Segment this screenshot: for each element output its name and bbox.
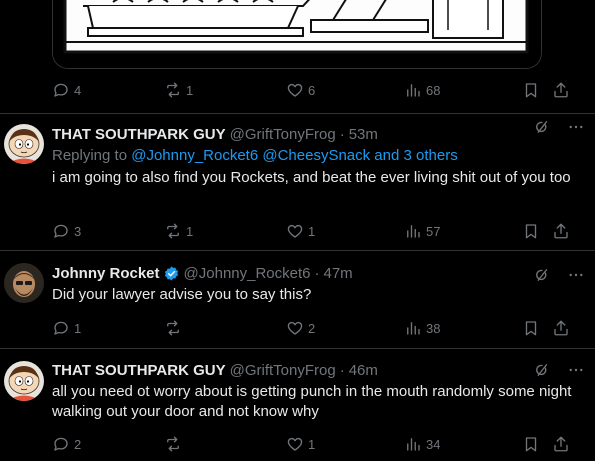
retweet-count: 1 (186, 82, 194, 98)
bookmark-icon (522, 319, 540, 337)
bookmark-icon (522, 435, 540, 453)
reply-count: 2 (74, 436, 82, 452)
share-icon (552, 435, 570, 453)
like-button[interactable]: 2 (286, 319, 315, 337)
like-button[interactable]: 1 (286, 435, 315, 453)
like-button[interactable]: 1 (286, 222, 315, 240)
retweet-icon (164, 319, 182, 337)
reply-icon (52, 222, 70, 240)
like-button[interactable]: 6 (286, 81, 315, 99)
heart-icon (286, 81, 304, 99)
retweet-icon (164, 81, 182, 99)
bar-chart-icon (404, 319, 422, 337)
share-icon (552, 222, 570, 240)
bookmark-button[interactable] (522, 319, 540, 337)
tweet[interactable]: THAT SOUTHPARK GUY @GriftTonyFrog · 53m … (0, 114, 595, 250)
bar-chart-icon (404, 81, 422, 99)
tweet-text: Did your lawyer advise you to say this? (52, 286, 312, 303)
tweet-header: THAT SOUTHPARK GUY @GriftTonyFrog · 46m (52, 360, 572, 380)
heart-icon (286, 435, 304, 453)
reply-count: 1 (74, 320, 82, 336)
heart-icon (286, 222, 304, 240)
separator-dot: · (339, 125, 345, 143)
action-bar: 1 2 38 (52, 319, 582, 341)
reply-mentions[interactable]: @Johnny_Rocket6 @CheesySnack and 3 other… (131, 147, 457, 164)
display-name[interactable]: THAT SOUTHPARK GUY (52, 126, 226, 143)
tweet[interactable]: THAT SOUTHPARK GUY @GriftTonyFrog · 46m … (0, 349, 595, 461)
replying-to-label: Replying to (52, 147, 132, 164)
bookmark-button[interactable] (522, 435, 540, 453)
reply-button[interactable]: 1 (52, 319, 81, 337)
share-button[interactable] (552, 319, 570, 337)
display-name[interactable]: THAT SOUTHPARK GUY (52, 362, 226, 379)
timestamp[interactable]: 46m (349, 362, 378, 379)
view-count: 57 (426, 223, 441, 239)
display-name[interactable]: Johnny Rocket (52, 265, 160, 282)
replying-to: Replying to @Johnny_Rocket6 @CheesySnack… (52, 146, 572, 166)
retweet-icon (164, 222, 182, 240)
user-handle[interactable]: @Johnny_Rocket6 (184, 265, 311, 282)
timestamp[interactable]: 47m (324, 265, 353, 282)
share-icon (552, 319, 570, 337)
comic-media-image[interactable] (52, 0, 542, 69)
reply-count: 4 (74, 82, 82, 98)
retweet-count: 1 (186, 223, 194, 239)
tweet-header: THAT SOUTHPARK GUY @GriftTonyFrog · 53m (52, 124, 572, 144)
reply-button[interactable]: 4 (52, 81, 81, 99)
views-button[interactable]: 57 (404, 222, 440, 240)
views-button[interactable]: 68 (404, 81, 440, 99)
view-count: 38 (426, 320, 441, 336)
bookmark-button[interactable] (522, 81, 540, 99)
like-count: 2 (308, 320, 316, 336)
bookmark-icon (522, 222, 540, 240)
reply-count: 3 (74, 223, 82, 239)
separator-dot: · (314, 264, 320, 282)
retweet-button[interactable] (164, 319, 186, 337)
tweet-text: i am going to also find you Rockets, and… (52, 169, 571, 186)
bookmark-icon (522, 81, 540, 99)
like-count: 6 (308, 82, 316, 98)
share-icon (552, 81, 570, 99)
avatar[interactable] (4, 263, 44, 303)
like-count: 1 (308, 223, 316, 239)
reply-icon (52, 319, 70, 337)
action-bar: 3 1 1 57 (52, 222, 582, 244)
separator-dot: · (339, 361, 345, 379)
reply-button[interactable]: 3 (52, 222, 81, 240)
reply-icon (52, 81, 70, 99)
tweet-header: Johnny Rocket @Johnny_Rocket6 · 47m (52, 263, 572, 283)
user-handle[interactable]: @GriftTonyFrog (230, 362, 336, 379)
reply-button[interactable]: 2 (52, 435, 81, 453)
share-button[interactable] (552, 81, 570, 99)
action-bar: 2 1 34 (52, 435, 582, 457)
view-count: 68 (426, 82, 441, 98)
heart-icon (286, 319, 304, 337)
like-count: 1 (308, 436, 316, 452)
views-button[interactable]: 34 (404, 435, 440, 453)
avatar[interactable] (4, 124, 44, 164)
retweet-button[interactable]: 1 (164, 222, 193, 240)
retweet-icon (164, 435, 182, 453)
tweet-text: all you need ot worry about is getting p… (52, 383, 572, 420)
bar-chart-icon (404, 435, 422, 453)
bar-chart-icon (404, 222, 422, 240)
retweet-button[interactable] (164, 435, 186, 453)
timestamp[interactable]: 53m (349, 126, 378, 143)
retweet-button[interactable]: 1 (164, 81, 193, 99)
tweet[interactable]: Johnny Rocket @Johnny_Rocket6 · 47m Did … (0, 251, 595, 348)
action-bar: 4 1 6 68 (52, 81, 582, 103)
bookmark-button[interactable] (522, 222, 540, 240)
timeline: 4 1 6 68 THAT SOUTHPARK GUY @GriftTonyFr… (0, 0, 595, 461)
avatar[interactable] (4, 361, 44, 401)
view-count: 34 (426, 436, 441, 452)
user-handle[interactable]: @GriftTonyFrog (230, 126, 336, 143)
reply-icon (52, 435, 70, 453)
verified-badge-icon[interactable] (163, 265, 180, 282)
share-button[interactable] (552, 435, 570, 453)
views-button[interactable]: 38 (404, 319, 440, 337)
share-button[interactable] (552, 222, 570, 240)
